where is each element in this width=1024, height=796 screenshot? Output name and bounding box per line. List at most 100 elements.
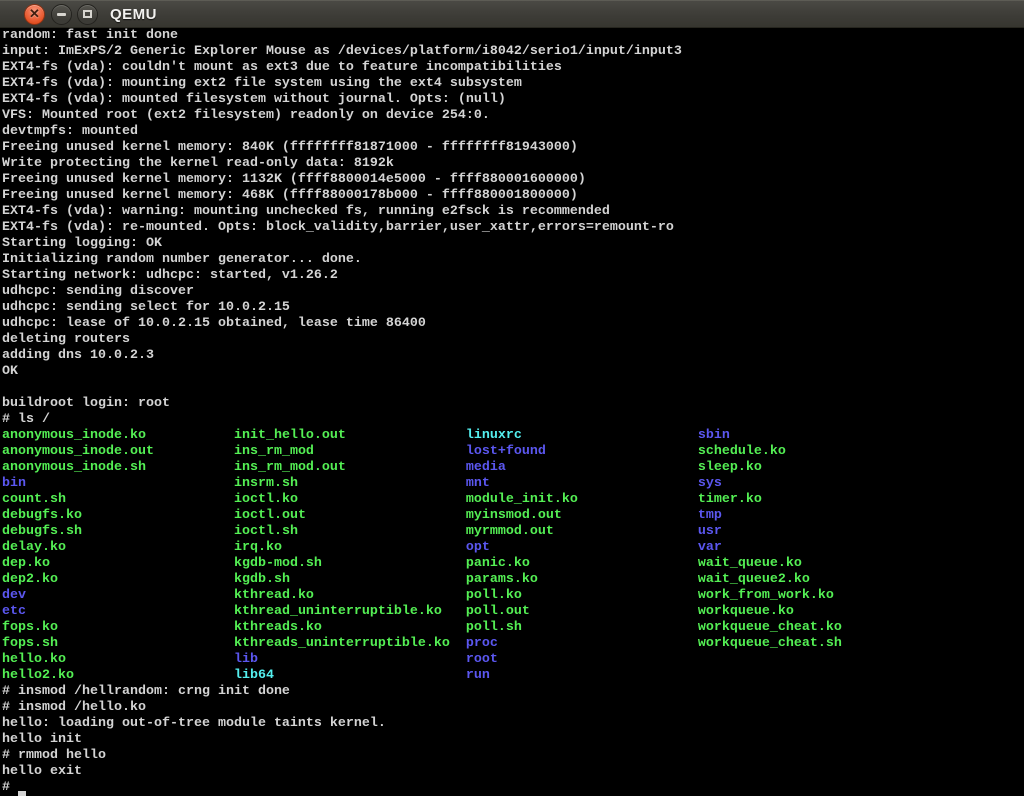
console-text: deleting routers [2, 332, 130, 347]
file-entry: ioctl.out [234, 508, 466, 523]
console-line: EXT4-fs (vda): warning: mounting uncheck… [2, 204, 1024, 220]
file-entry: kthreads_uninterruptible.ko [234, 636, 466, 651]
console-text: Starting logging: OK [2, 236, 162, 251]
console-line: fops.ko kthreads.ko poll.sh workqueue_ch… [2, 620, 1024, 636]
console-output: random: fast init doneinput: ImExPS/2 Ge… [0, 28, 1024, 796]
console-line: Starting logging: OK [2, 236, 1024, 252]
text-cursor [18, 791, 26, 796]
console-text: hello: loading out-of-tree module taints… [2, 716, 386, 731]
console-line: hello2.ko lib64 run [2, 668, 1024, 684]
file-entry: mnt [466, 476, 698, 491]
maximize-button[interactable] [77, 4, 98, 25]
console-line: hello init [2, 732, 1024, 748]
console-text: # ls / [2, 412, 50, 427]
console-line: fops.sh kthreads_uninterruptible.ko proc… [2, 636, 1024, 652]
console-text: udhcpc: sending discover [2, 284, 194, 299]
console-line: hello.ko lib root [2, 652, 1024, 668]
console-text: OK [2, 364, 18, 379]
file-entry: usr [698, 524, 722, 539]
console-text: udhcpc: lease of 10.0.2.15 obtained, lea… [2, 316, 426, 331]
console-line: debugfs.sh ioctl.sh myrmmod.out usr [2, 524, 1024, 540]
file-entry: kgdb-mod.sh [234, 556, 466, 571]
console-text: udhcpc: sending select for 10.0.2.15 [2, 300, 290, 315]
file-entry: panic.ko [466, 556, 698, 571]
file-entry: myrmmod.out [466, 524, 698, 539]
maximize-icon [83, 10, 92, 18]
file-entry: debugfs.sh [2, 524, 234, 539]
file-entry: root [466, 652, 498, 667]
file-entry: var [698, 540, 722, 555]
file-entry: ins_rm_mod.out [234, 460, 466, 475]
file-entry: delay.ko [2, 540, 234, 555]
file-entry: myinsmod.out [466, 508, 698, 523]
console-line: debugfs.ko ioctl.out myinsmod.out tmp [2, 508, 1024, 524]
console-line: anonymous_inode.sh ins_rm_mod.out media … [2, 460, 1024, 476]
file-entry: fops.ko [2, 620, 234, 635]
console-line: # ls / [2, 412, 1024, 428]
file-entry: workqueue.ko [698, 604, 794, 619]
console-text: # insmod /hellrandom: crng init done [2, 684, 290, 699]
qemu-window: ✕ QEMU random: fast init doneinput: ImEx… [0, 0, 1024, 796]
console-line: bin insrm.sh mnt sys [2, 476, 1024, 492]
file-entry: ioctl.sh [234, 524, 466, 539]
console-text: Freeing unused kernel memory: 468K (ffff… [2, 188, 578, 203]
console-text: adding dns 10.0.2.3 [2, 348, 154, 363]
file-entry: init_hello.out [234, 428, 466, 443]
file-entry: work_from_work.ko [698, 588, 834, 603]
file-entry: sleep.ko [698, 460, 762, 475]
file-entry: debugfs.ko [2, 508, 234, 523]
console-text: # [2, 780, 18, 795]
console-text: input: ImExPS/2 Generic Explorer Mouse a… [2, 44, 682, 59]
console-line: buildroot login: root [2, 396, 1024, 412]
minimize-button[interactable] [51, 4, 72, 25]
console-line: EXT4-fs (vda): mounting ext2 file system… [2, 76, 1024, 92]
file-entry: anonymous_inode.ko [2, 428, 234, 443]
console-line: Write protecting the kernel read-only da… [2, 156, 1024, 172]
file-entry: irq.ko [234, 540, 466, 555]
file-entry: schedule.ko [698, 444, 786, 459]
console-line: # rmmod hello [2, 748, 1024, 764]
console-line: hello exit [2, 764, 1024, 780]
titlebar[interactable]: ✕ QEMU [0, 0, 1024, 28]
file-entry: proc [466, 636, 698, 651]
file-entry: workqueue_cheat.ko [698, 620, 842, 635]
console-line: # [2, 780, 1024, 796]
console-line: Starting network: udhcpc: started, v1.26… [2, 268, 1024, 284]
file-entry: anonymous_inode.out [2, 444, 234, 459]
console-line: Freeing unused kernel memory: 468K (ffff… [2, 188, 1024, 204]
file-entry: workqueue_cheat.sh [698, 636, 842, 651]
console-text: VFS: Mounted root (ext2 filesystem) read… [2, 108, 490, 123]
close-button[interactable]: ✕ [24, 4, 45, 25]
console-text: devtmpfs: mounted [2, 124, 138, 139]
console-text: # rmmod hello [2, 748, 106, 763]
console-line: VFS: Mounted root (ext2 filesystem) read… [2, 108, 1024, 124]
file-entry: kthread.ko [234, 588, 466, 603]
file-entry: poll.ko [466, 588, 698, 603]
file-entry: lost+found [466, 444, 698, 459]
console-line: deleting routers [2, 332, 1024, 348]
file-entry: hello2.ko [2, 668, 234, 683]
console-line: delay.ko irq.ko opt var [2, 540, 1024, 556]
console-text: hello exit [2, 764, 82, 779]
file-entry: tmp [698, 508, 722, 523]
console-text: EXT4-fs (vda): mounted filesystem withou… [2, 92, 506, 107]
console-text: EXT4-fs (vda): re-mounted. Opts: block_v… [2, 220, 674, 235]
file-entry: linuxrc [466, 428, 698, 443]
file-entry: ioctl.ko [234, 492, 466, 507]
terminal-console[interactable]: random: fast init doneinput: ImExPS/2 Ge… [0, 28, 1024, 796]
console-text: EXT4-fs (vda): warning: mounting uncheck… [2, 204, 610, 219]
file-entry: insrm.sh [234, 476, 466, 491]
console-line: etc kthread_uninterruptible.ko poll.out … [2, 604, 1024, 620]
file-entry: media [466, 460, 698, 475]
file-entry: module_init.ko [466, 492, 698, 507]
file-entry: kgdb.sh [234, 572, 466, 587]
file-entry: count.sh [2, 492, 234, 507]
console-line: random: fast init done [2, 28, 1024, 44]
console-line: EXT4-fs (vda): re-mounted. Opts: block_v… [2, 220, 1024, 236]
file-entry: wait_queue.ko [698, 556, 802, 571]
file-entry: etc [2, 604, 234, 619]
console-text: Starting network: udhcpc: started, v1.26… [2, 268, 338, 283]
file-entry: dep2.ko [2, 572, 234, 587]
console-line [2, 380, 1024, 396]
console-text: Initializing random number generator... … [2, 252, 362, 267]
